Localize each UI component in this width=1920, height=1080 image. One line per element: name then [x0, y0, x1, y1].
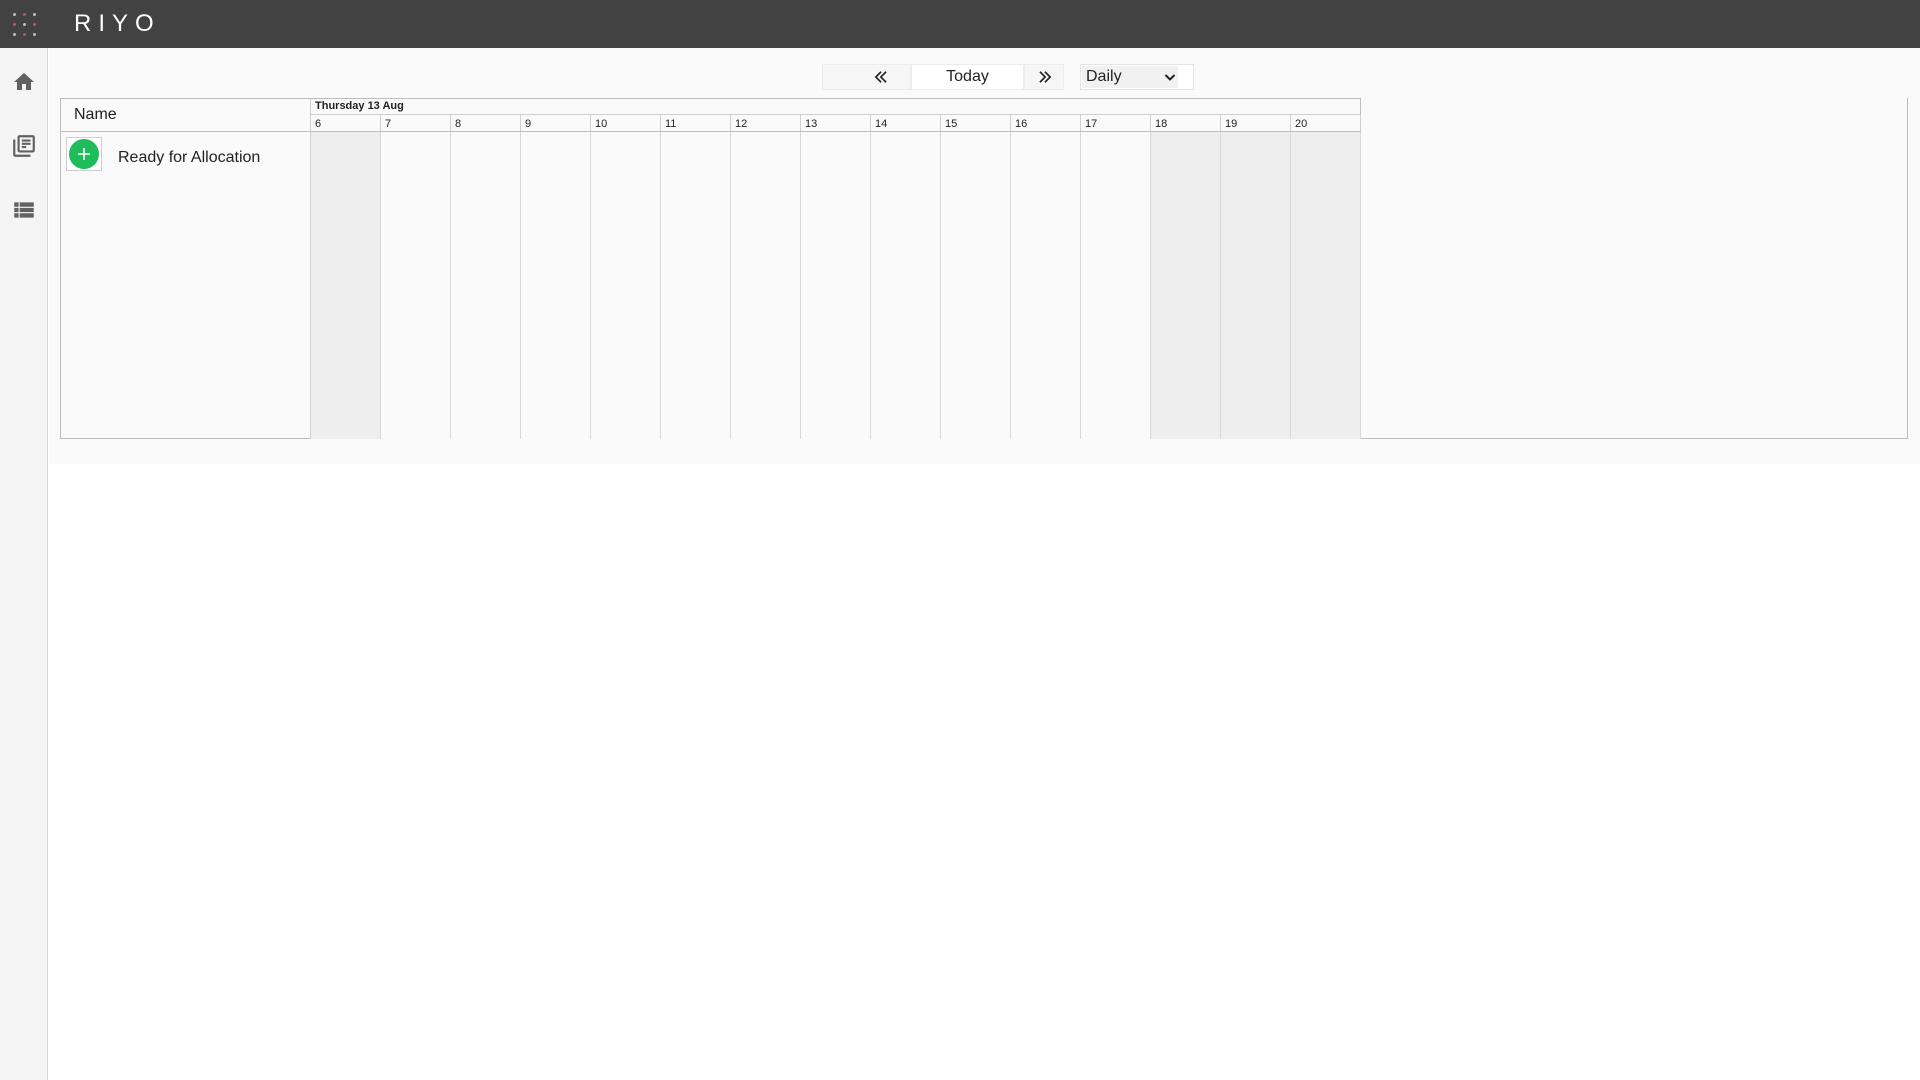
next-button[interactable]	[1024, 64, 1064, 90]
sidebar-item-home[interactable]	[0, 58, 48, 106]
hour-label-7: 7	[381, 115, 451, 131]
timeline-cell-16[interactable]	[1011, 132, 1081, 439]
timeline-cell-11[interactable]	[661, 132, 731, 439]
sidebar	[0, 48, 48, 1080]
chevron-down-icon	[1164, 74, 1176, 81]
sidebar-item-library[interactable]	[0, 122, 48, 170]
hour-label-19: 19	[1221, 115, 1291, 131]
timeline-cell-20[interactable]	[1291, 132, 1361, 439]
date-header: Thursday 13 Aug	[311, 98, 1361, 115]
today-button[interactable]: Today	[911, 64, 1024, 90]
hour-label-15: 15	[941, 115, 1011, 131]
timeline-cell-9[interactable]	[521, 132, 591, 439]
timeline-cell-19[interactable]	[1221, 132, 1291, 439]
view-list-icon	[14, 202, 34, 218]
double-chevron-left-icon	[874, 71, 887, 83]
view-mode-select[interactable]: Daily	[1080, 64, 1194, 90]
hour-label-11: 11	[661, 115, 731, 131]
hour-label-6: 6	[311, 115, 381, 131]
timeline-cell-6[interactable]	[311, 132, 381, 439]
timeline-cell-10[interactable]	[591, 132, 661, 439]
hour-label-8: 8	[451, 115, 521, 131]
top-bar: RIYO	[0, 0, 1920, 48]
timeline-cell-8[interactable]	[451, 132, 521, 439]
hour-label-12: 12	[731, 115, 801, 131]
sidebar-item-list[interactable]	[0, 186, 48, 234]
apps-grid-icon	[12, 12, 36, 36]
hour-label-17: 17	[1081, 115, 1151, 131]
resource-row: Ready for Allocation	[61, 132, 311, 172]
brand-logo: RIYO	[74, 10, 161, 37]
main-content: Today Daily Name Ready for Allocation Th…	[49, 48, 1920, 464]
hour-label-18: 18	[1151, 115, 1221, 131]
previous-button[interactable]	[822, 64, 911, 90]
timeline-cell-15[interactable]	[941, 132, 1011, 439]
double-chevron-right-icon	[1039, 71, 1052, 83]
timeline-cell-17[interactable]	[1081, 132, 1151, 439]
hour-header-row: 6 7 8 9 10 11 12 13 14 15 16 17 18 19 20	[311, 115, 1361, 132]
hour-label-13: 13	[801, 115, 871, 131]
resource-name: Ready for Allocation	[118, 149, 261, 166]
hour-label-9: 9	[521, 115, 591, 131]
timeline-cell-14[interactable]	[871, 132, 941, 439]
add-circle-icon	[69, 139, 99, 169]
timeline-cell-12[interactable]	[731, 132, 801, 439]
timeline: Thursday 13 Aug 6 7 8 9 10 11 12 13 14 15 16 17 18 19…	[311, 98, 1361, 439]
hour-label-14: 14	[871, 115, 941, 131]
timeline-cell-18[interactable]	[1151, 132, 1221, 439]
hour-label-10: 10	[591, 115, 661, 131]
resource-column: Name Ready for Allocation	[61, 98, 311, 439]
timeline-cell-7[interactable]	[381, 132, 451, 439]
add-allocation-button[interactable]	[66, 137, 102, 171]
home-icon	[14, 73, 34, 90]
hour-label-20: 20	[1291, 115, 1361, 131]
name-column-header: Name	[61, 98, 311, 132]
timeline-cell-13[interactable]	[801, 132, 871, 439]
scheduler-grid: Name Ready for Allocation Thursday 13 Au…	[60, 98, 1908, 439]
apps-menu-button[interactable]	[0, 0, 48, 48]
library-books-icon	[13, 135, 35, 157]
hour-label-16: 16	[1011, 115, 1081, 131]
